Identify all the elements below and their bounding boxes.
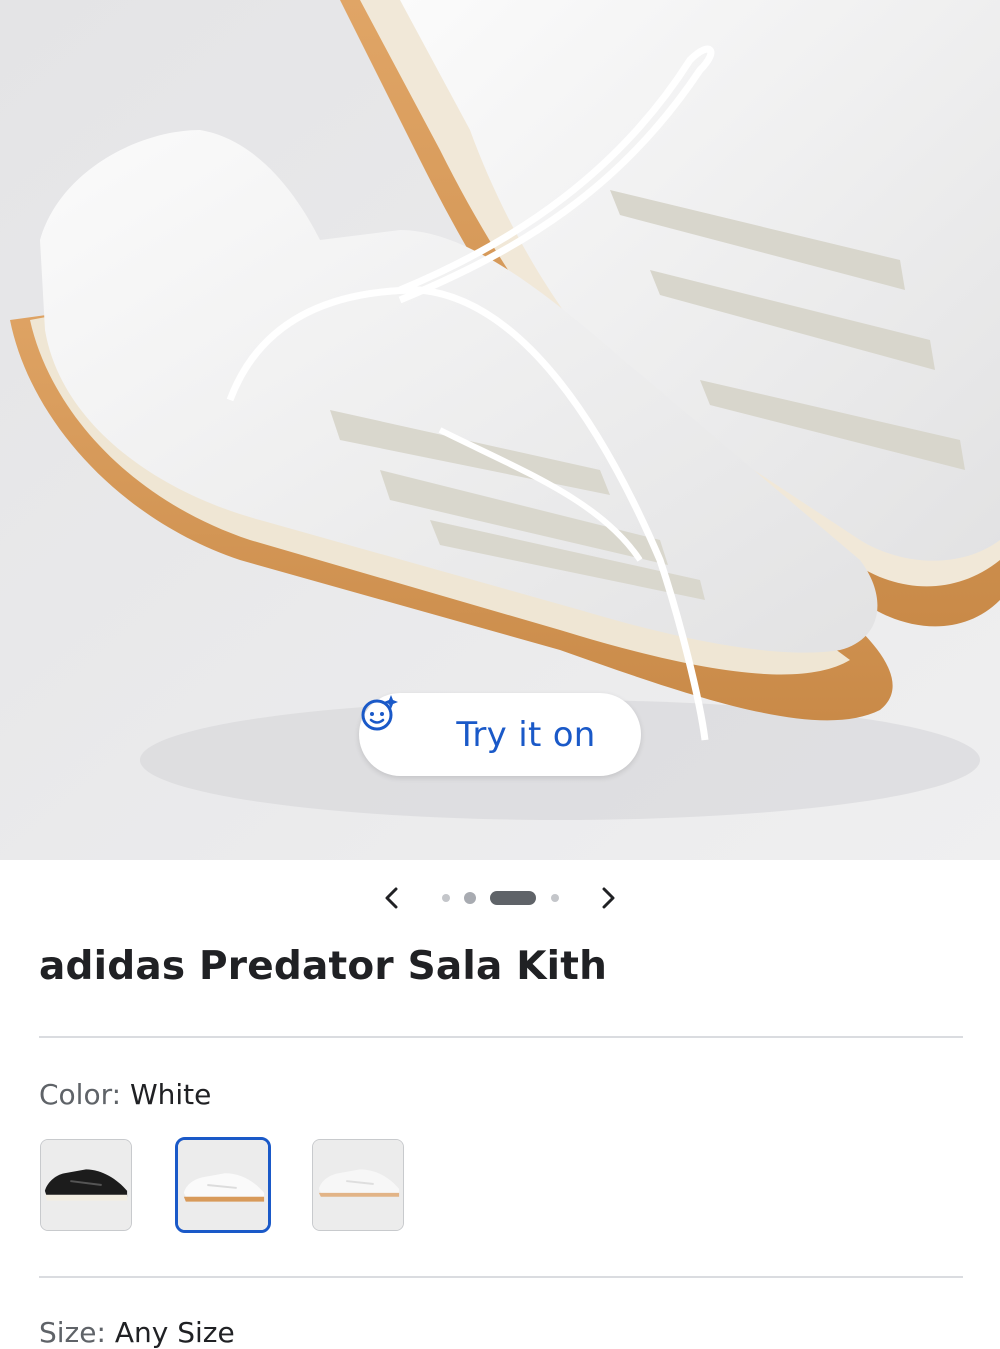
color-selection-label: Color: White xyxy=(39,1078,211,1111)
carousel-dot[interactable] xyxy=(464,892,476,904)
chevron-left-icon[interactable] xyxy=(372,878,412,918)
divider xyxy=(39,1036,963,1038)
try-it-on-button[interactable]: Try it on xyxy=(359,693,641,776)
white-shoe-alt-thumbnail xyxy=(313,1140,403,1230)
carousel-dot[interactable] xyxy=(442,894,450,902)
product-image[interactable]: Try it on xyxy=(0,0,1000,860)
divider xyxy=(39,1276,963,1278)
try-it-on-label: Try it on xyxy=(456,714,596,755)
color-swatch-white-alt[interactable] xyxy=(312,1139,404,1231)
black-shoe-thumbnail xyxy=(41,1140,131,1230)
image-carousel-nav xyxy=(0,878,1000,918)
color-swatch-black[interactable] xyxy=(40,1139,132,1231)
product-title: adidas Predator Sala Kith xyxy=(39,944,608,989)
color-swatch-white-selected[interactable] xyxy=(175,1137,271,1233)
carousel-dot[interactable] xyxy=(551,894,559,902)
face-sparkle-icon xyxy=(361,695,444,755)
color-value: White xyxy=(129,1078,212,1111)
carousel-dot-active[interactable] xyxy=(490,891,536,905)
white-shoe-thumbnail xyxy=(178,1140,268,1230)
chevron-right-icon[interactable] xyxy=(588,878,628,918)
color-label: Color: xyxy=(39,1078,122,1111)
